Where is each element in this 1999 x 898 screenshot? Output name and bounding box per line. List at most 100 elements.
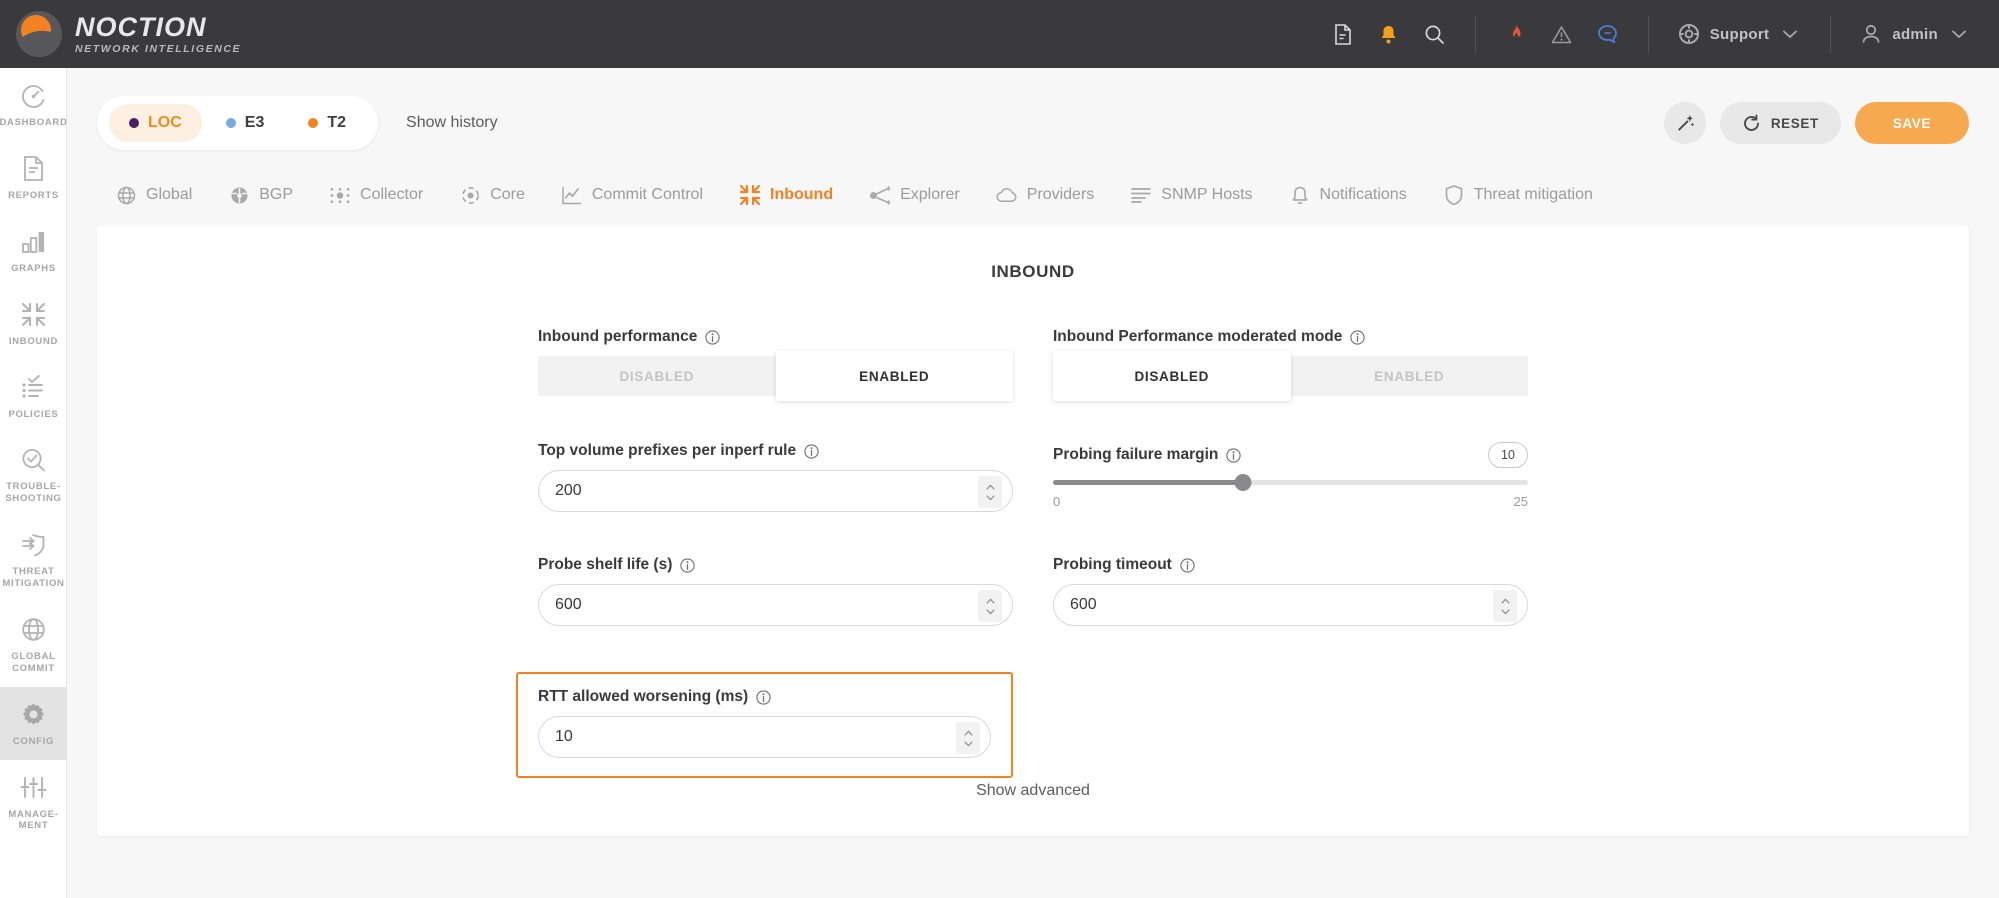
reset-label: RESET [1770,115,1819,131]
info-icon[interactable] [804,443,819,459]
stepper-up-icon[interactable] [963,730,973,736]
config-tabs: Global BGP Collector Core Commit Control [67,178,1999,226]
tab-core[interactable]: Core [441,178,543,212]
line-chart-icon [561,184,583,206]
stepper-up-icon[interactable] [985,484,995,490]
show-history-link[interactable]: Show history [406,114,498,132]
field-label: Probe shelf life (s) [538,556,673,573]
segment-option-disabled[interactable]: DISABLED [1053,351,1291,401]
quantity-stepper[interactable] [978,476,1002,508]
quantity-stepper[interactable] [1493,590,1517,622]
slider-thumb[interactable] [1234,474,1252,491]
slider-range-labels: 0 25 [1053,494,1528,509]
number-input[interactable]: 600 [1053,584,1528,626]
quantity-stepper[interactable] [978,590,1002,622]
tab-inbound[interactable]: Inbound [721,178,851,212]
field-label-wrap: Probing timeout [1053,556,1528,574]
stepper-down-icon[interactable] [985,608,995,615]
collector-dots-icon [329,184,351,206]
chip-e3[interactable]: E3 [206,104,285,142]
form-row-prefixes-margin: Top volume prefixes per inperf rule 200 [538,442,1528,512]
field-label: Probing timeout [1053,556,1172,573]
number-input[interactable]: 10 [538,716,991,758]
number-input[interactable]: 200 [538,470,1013,512]
info-icon[interactable] [756,689,771,705]
info-icon[interactable] [1350,329,1366,345]
stepper-down-icon[interactable] [1500,608,1510,615]
tab-label: Global [146,186,193,203]
warning-triangle-icon[interactable] [1550,22,1574,46]
field-label-wrap: RTT allowed worsening (ms) [538,688,991,706]
tab-providers[interactable]: Providers [978,178,1113,212]
router-group-chips: LOC E3 T2 [97,96,379,150]
tab-commit-control[interactable]: Commit Control [543,178,721,212]
slider-track[interactable] [1053,474,1528,491]
tab-threat-mitigation[interactable]: Threat mitigation [1425,178,1611,212]
segment-option-enabled[interactable]: ENABLED [1291,356,1529,396]
shield-icon [1443,184,1465,206]
chip-label: T2 [327,114,347,131]
sidebar-item-reports[interactable]: REPORTS [0,141,67,214]
flame-icon[interactable] [1504,22,1528,46]
tab-global[interactable]: Global [97,178,210,212]
tab-explorer[interactable]: Explorer [851,178,978,212]
sidebar-item-dashboard[interactable]: DASHBOARD [0,68,67,141]
checklist-icon [20,374,48,402]
sidebar-item-policies[interactable]: POLICIES [0,360,67,433]
tab-collector[interactable]: Collector [311,178,441,212]
chip-dot [308,118,319,128]
brand-logo[interactable]: NOCTION NETWORK INTELLIGENCE [0,11,241,57]
chip-loc[interactable]: LOC [109,104,202,142]
magic-wand-button[interactable] [1663,102,1706,144]
info-icon[interactable] [705,329,720,345]
stepper-up-icon[interactable] [1500,598,1510,604]
info-icon[interactable] [680,557,696,573]
quantity-stepper[interactable] [956,722,980,754]
sidebar-item-threat-mitigation[interactable]: THREAT MITIGATION [0,517,67,602]
sidebar-item-inbound[interactable]: INBOUND [0,287,67,360]
save-button[interactable]: SAVE [1854,102,1969,144]
top-header-bar: NOCTION NETWORK INTELLIGENCE Support adm… [0,0,1999,68]
support-menu[interactable]: Support [1647,15,1831,53]
field-top-volume-prefixes: Top volume prefixes per inperf rule 200 [538,442,1013,512]
user-menu[interactable]: admin [1830,15,1999,53]
show-advanced-link[interactable]: Show advanced [97,782,1969,800]
sidebar-item-troubleshooting[interactable]: TROUBLE- SHOOTING [0,432,67,517]
document-icon[interactable] [1331,22,1355,46]
core-target-icon [459,184,481,206]
segment-option-enabled[interactable]: ENABLED [775,351,1013,401]
stepper-down-icon[interactable] [963,740,973,747]
sidebar-item-label: REPORTS [8,189,59,201]
sidebar-item-label: GLOBAL COMMIT [11,650,56,674]
cloud-icon [996,184,1018,206]
tab-label: SNMP Hosts [1161,186,1253,203]
number-input-value: 600 [1070,596,1097,613]
search-icon[interactable] [1423,22,1447,46]
sidebar-item-config[interactable]: CONFIG [0,686,67,760]
info-icon[interactable] [1226,447,1242,463]
sidebar-item-graphs[interactable]: GRAPHS [0,214,67,287]
chip-label: E3 [244,114,265,131]
tab-notifications[interactable]: Notifications [1271,178,1425,212]
sidebar-item-label: TROUBLE- SHOOTING [5,481,62,505]
field-label: Inbound performance [538,328,698,345]
chat-bubble-icon[interactable] [1596,22,1620,46]
stepper-up-icon[interactable] [985,598,995,604]
tab-bgp[interactable]: BGP [210,178,311,212]
main-content: LOC E3 T2 Show history RESET SAVE Global… [67,68,1999,898]
segment-option-disabled[interactable]: DISABLED [538,356,776,396]
tab-snmp-hosts[interactable]: SNMP Hosts [1112,178,1270,212]
sidebar-item-global-commit[interactable]: GLOBAL COMMIT [0,602,67,687]
gauge-icon [20,82,48,110]
chip-label: LOC [148,114,182,131]
field-inbound-performance: Inbound performance DISABLED ENABLED [538,328,1013,401]
globe-icon [115,184,137,206]
reset-button[interactable]: RESET [1719,102,1841,144]
bell-icon[interactable] [1377,22,1401,46]
slider-fill [1053,480,1243,485]
sidebar-item-management[interactable]: MANAGE- MENT [0,760,67,845]
info-icon[interactable] [1180,557,1195,573]
stepper-down-icon[interactable] [985,494,995,501]
chip-t2[interactable]: T2 [288,104,366,142]
number-input[interactable]: 600 [538,584,1013,626]
